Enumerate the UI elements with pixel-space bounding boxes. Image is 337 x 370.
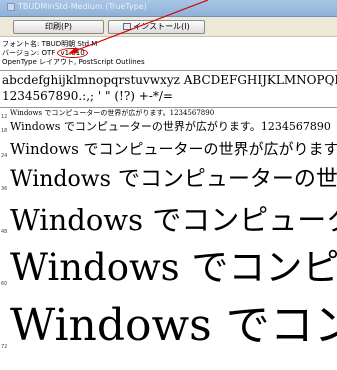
sample-text: Windows でコンピューターの世界が広がります。 — [10, 140, 337, 158]
version-prefix: バージョン: OTF — [2, 49, 58, 57]
size-label: 36 — [1, 186, 8, 192]
font-viewer-window: TBUDMinStd-Medium (TrueType) 印刷(P) インストー… — [0, 0, 337, 370]
font-info: フォント名: TBUD明朝 Std M バージョン: OTF v1.010 Op… — [2, 40, 145, 67]
character-set: abcdefghijklmnopqrstuvwxyz ABCDEFGHIJKLM… — [2, 72, 337, 104]
charset-letters: abcdefghijklmnopqrstuvwxyz ABCDEFGHIJKLM… — [2, 73, 337, 87]
charset-digits: 1234567890.:,; ' " (!?) +-*/= — [2, 89, 173, 103]
version-highlight: v1.010 — [57, 48, 88, 58]
window-title-text: TBUDMinStd-Medium (TrueType) — [18, 2, 147, 11]
print-button[interactable]: 印刷(P) — [13, 20, 104, 34]
size-label: 24 — [1, 153, 8, 159]
outline-line: OpenType レイアウト, PostScript Outlines — [2, 58, 145, 66]
title-bar: TBUDMinStd-Medium (TrueType) — [0, 0, 337, 17]
install-button-label: インストール(I) — [133, 22, 190, 31]
font-file-icon — [7, 2, 15, 11]
sample-text: Windows でコンピューター — [10, 203, 337, 237]
sample-text: Windows でコンピュー — [10, 246, 337, 289]
sample-text: Windows でコンピューターの世界が広がります。1234567890 — [10, 120, 331, 133]
toolbar: 印刷(P) インストール(I) — [0, 17, 337, 37]
divider-top — [0, 70, 337, 71]
size-label: 48 — [1, 229, 8, 235]
size-label: 60 — [1, 281, 8, 287]
install-button[interactable]: インストール(I) — [108, 20, 205, 34]
divider-bottom — [0, 107, 337, 108]
size-label: 18 — [1, 128, 8, 134]
sample-text: Windows でコンピューターの世界 — [10, 167, 337, 192]
sample-text: Windows でコンピ — [10, 300, 337, 351]
version-line: バージョン: OTF v1.010 — [2, 48, 145, 58]
window-title: TBUDMinStd-Medium (TrueType) — [7, 2, 147, 11]
sample-text: Windows でコンピューターの世界が広がります。1234567890 — [10, 109, 215, 117]
print-button-label: 印刷(P) — [44, 22, 73, 31]
size-label: 12 — [1, 114, 8, 120]
install-icon — [123, 23, 132, 30]
size-label: 72 — [1, 344, 8, 350]
